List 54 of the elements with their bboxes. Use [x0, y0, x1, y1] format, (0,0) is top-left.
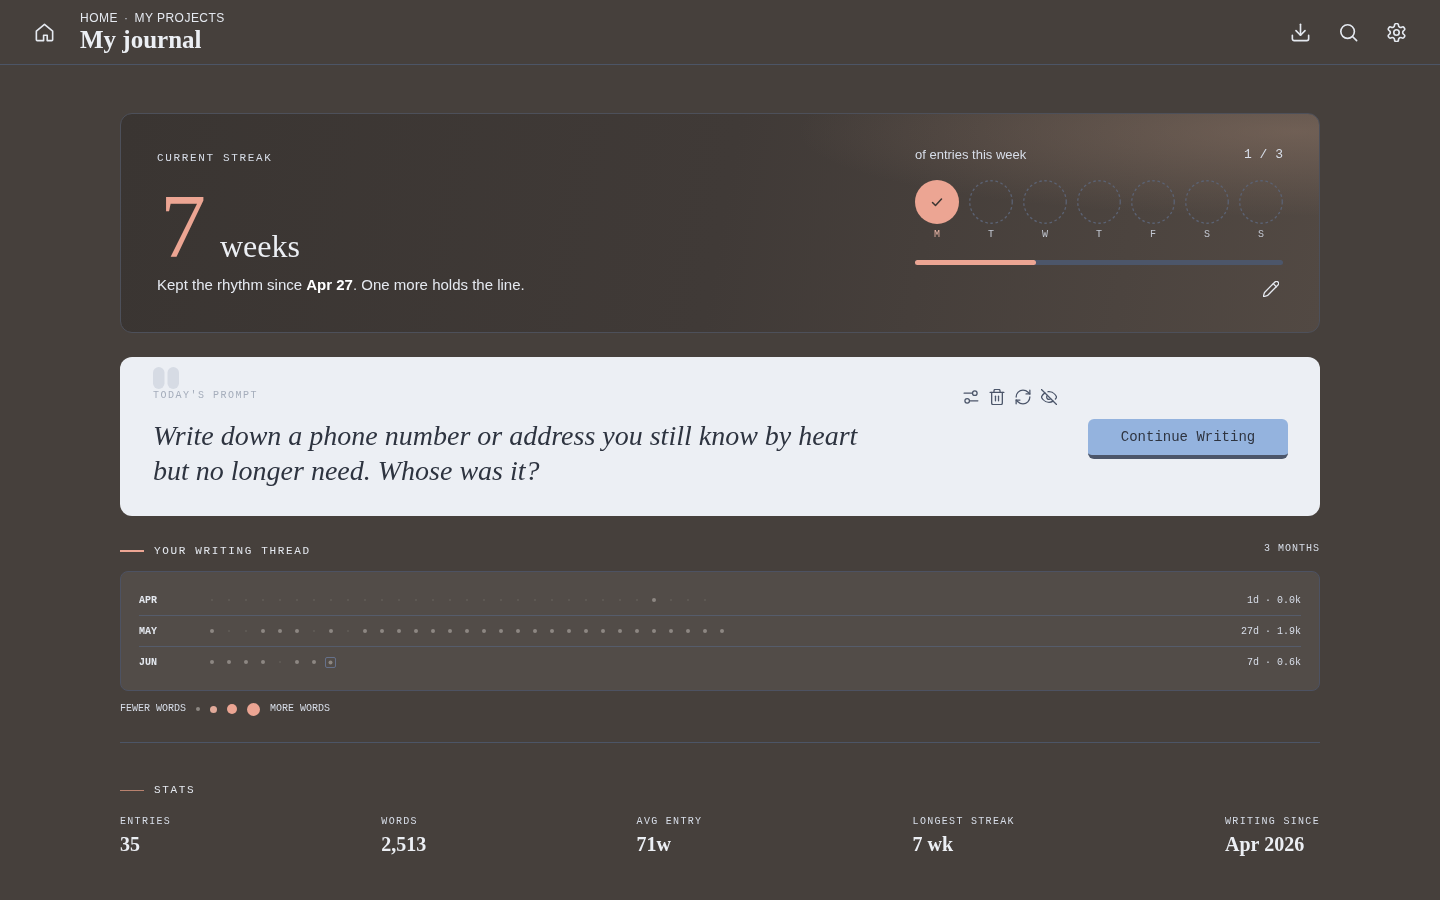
weekday-label: F: [1150, 229, 1156, 241]
stat-label: ENTRIES: [120, 816, 172, 828]
stat-value: 2,513: [381, 832, 427, 856]
thread-range: 3 MONTHS: [1264, 543, 1320, 555]
hide-button[interactable]: [1041, 389, 1057, 405]
stat-label: WORDS: [381, 816, 419, 828]
streak-label: CURRENT STREAK: [157, 151, 273, 166]
delete-button[interactable]: [989, 389, 1005, 405]
streak-note: Kept the rhythm since Apr 27. One more holds the line.: [157, 275, 525, 295]
prompt-label: TODAY'S PROMPT: [153, 390, 258, 402]
month-label: JUN: [139, 655, 158, 670]
stats-title: STATS: [154, 783, 196, 798]
home-icon: [34, 22, 54, 42]
breadcrumb-link[interactable]: MY PROJECTS: [134, 10, 225, 26]
stat-label: LONGEST STREAK: [912, 816, 1015, 828]
breadcrumb-link[interactable]: HOME: [80, 10, 118, 26]
weekday-label: T: [988, 229, 994, 241]
weekday-label: M: [934, 229, 940, 241]
refresh-button[interactable]: [1015, 389, 1031, 405]
sliders-button[interactable]: [963, 389, 979, 405]
legend-label: MORE WORDS: [270, 703, 331, 715]
month-label: MAY: [139, 624, 158, 639]
weekday-label: W: [1042, 229, 1048, 241]
search-icon: [1338, 22, 1358, 42]
pencil-icon: [1263, 281, 1279, 297]
stat-value: Apr 2026: [1225, 832, 1306, 856]
settings-icon: [1386, 22, 1406, 42]
breadcrumb-separator: ·: [123, 10, 129, 26]
month-summary: 7d · 0.6k: [1247, 655, 1301, 670]
streak-count: 7: [160, 180, 206, 272]
refresh-icon: [1015, 389, 1031, 405]
stat-value: 71w: [636, 832, 673, 856]
weekday-label: S: [1258, 229, 1264, 241]
week-caption: of entries this week: [915, 146, 1027, 165]
weekday-label: S: [1204, 229, 1210, 241]
week-progress-count: 1 / 3: [1244, 146, 1283, 165]
sliders-icon: [963, 389, 979, 405]
stat-value: 35: [120, 832, 141, 856]
month-summary: 27d · 1.9k: [1241, 624, 1301, 639]
stat-label: WRITING SINCE: [1225, 816, 1320, 828]
stat-label: AVG ENTRY: [636, 816, 703, 828]
legend-label: FEWER WORDS: [120, 703, 186, 715]
weekday-label: T: [1096, 229, 1102, 241]
eye-off-icon: [1041, 389, 1057, 405]
download-icon: [1290, 22, 1310, 42]
month-label: APR: [139, 593, 158, 608]
page-title: My journal: [80, 26, 203, 54]
thread-title: YOUR WRITING THREAD: [154, 544, 311, 559]
trash-icon: [989, 389, 1005, 405]
continue-writing-button[interactable]: Continue Writing: [1088, 419, 1288, 459]
streak-unit: weeks: [220, 230, 300, 262]
stat-value: 7 wk: [912, 832, 955, 856]
prompt-text: Write down a phone number or address you still know by heart but no longer need. Whose was it?: [153, 419, 859, 488]
month-summary: 1d · 0.0k: [1247, 593, 1301, 608]
